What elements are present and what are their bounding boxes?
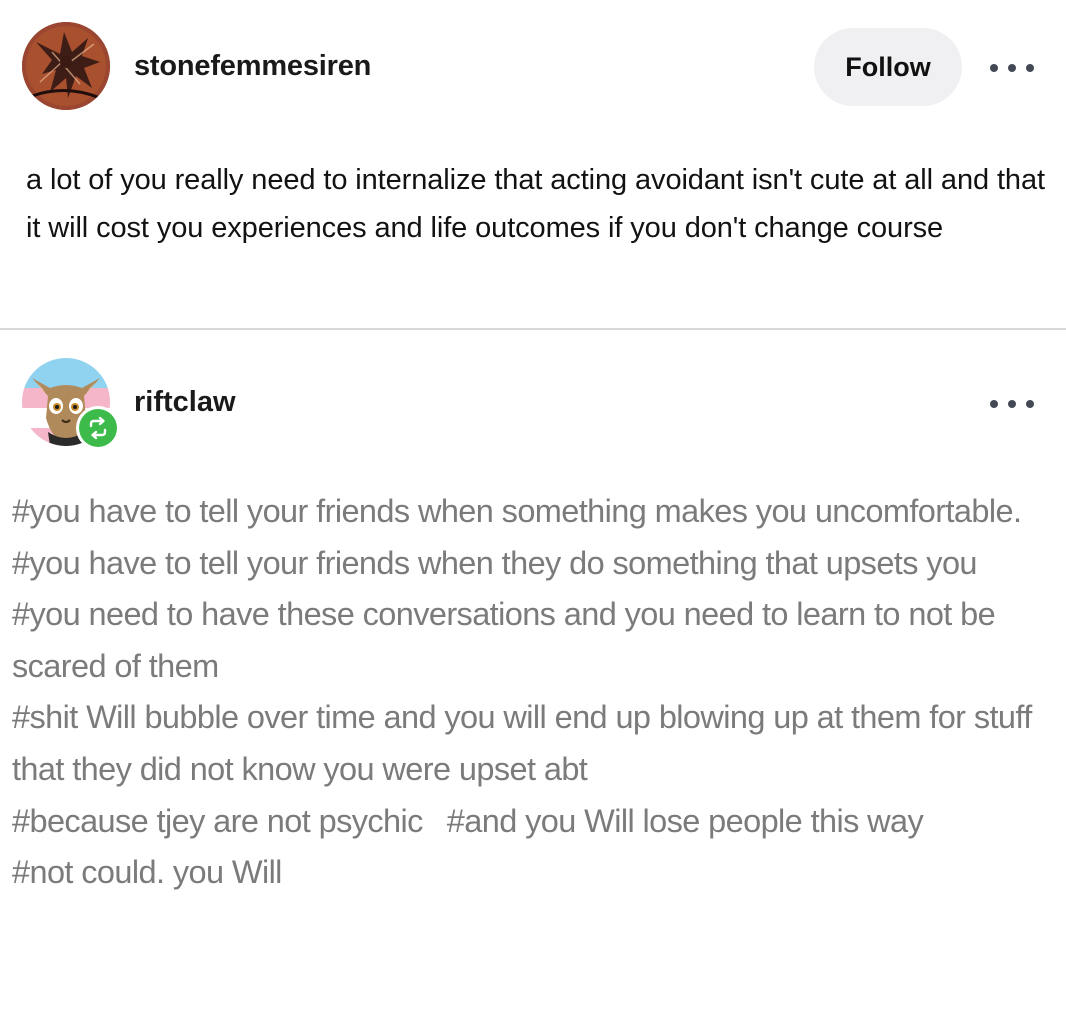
post-text: a lot of you really need to internalize … [26,164,1045,244]
ellipsis-dot [1026,64,1034,72]
ellipsis-dot [1008,400,1016,408]
post-body: a lot of you really need to internalize … [26,156,1046,252]
tag[interactable]: #shit Will bubble over time and you will… [12,692,1062,795]
tag[interactable]: #you have to tell your friends when they… [12,538,1062,590]
tag[interactable]: #and you Will lose people this way [447,803,924,839]
tag[interactable]: #not could. you Will [12,847,1062,899]
avatar-image [22,22,110,110]
ellipsis-icon[interactable] [990,58,1034,78]
tag[interactable]: #you have to tell your friends when some… [12,486,1062,538]
ellipsis-icon[interactable] [990,394,1034,414]
tag[interactable]: #you need to have these conversations an… [12,589,1062,692]
post-username[interactable]: stonefemmesiren [134,50,371,83]
tag-row: #because tjey are not psychic #and you Wi… [12,796,1062,848]
avatar[interactable] [22,22,110,110]
divider [0,328,1066,330]
reblogger-username[interactable]: riftclaw [134,386,236,419]
ellipsis-dot [990,64,998,72]
reblog-icon [79,409,117,447]
ellipsis-dot [1026,400,1034,408]
reblog-badge [76,406,120,450]
ellipsis-dot [990,400,998,408]
tag-list: #you have to tell your friends when some… [12,486,1062,899]
follow-button[interactable]: Follow [814,28,962,106]
post-header: stonefemmesiren Follow [0,0,1066,135]
tag[interactable]: #because tjey are not psychic [12,803,423,839]
ellipsis-dot [1008,64,1016,72]
